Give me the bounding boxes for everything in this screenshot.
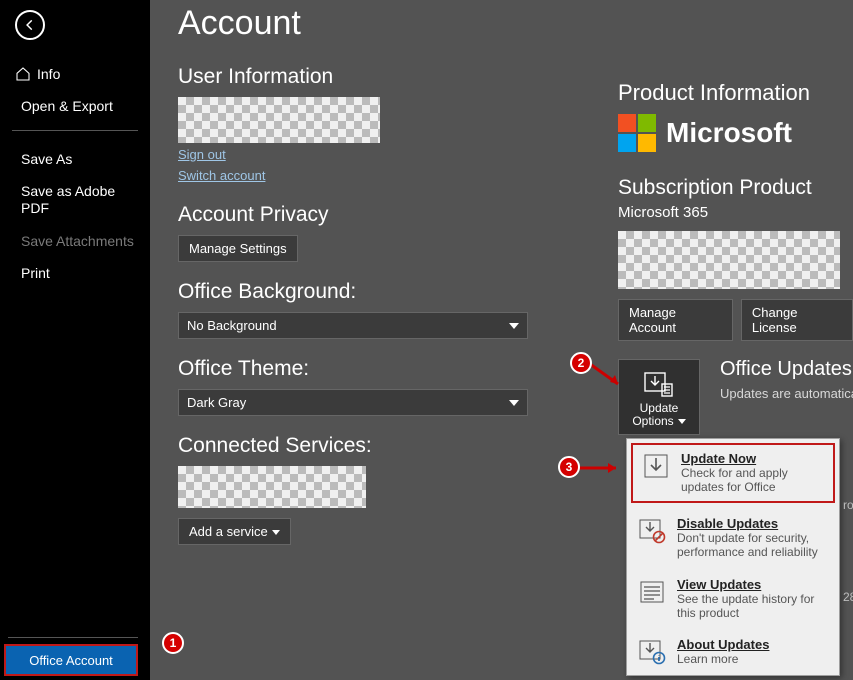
button-label: Update Options	[632, 401, 678, 428]
menu-item-title: About Updates	[677, 637, 769, 652]
menu-item-title: View Updates	[677, 577, 829, 592]
annotation-badge-1: 1	[162, 632, 184, 654]
menu-item-title: Update Now	[681, 451, 825, 466]
sidebar-label: Open & Export	[21, 98, 113, 114]
user-avatar-placeholder	[178, 97, 380, 143]
update-options-menu: Update Now Check for and apply updates f…	[626, 438, 840, 676]
button-label: Manage Account	[629, 305, 676, 335]
menu-item-view-updates[interactable]: View Updates See the update history for …	[627, 568, 839, 629]
download-icon	[641, 451, 671, 481]
chevron-down-icon	[678, 419, 686, 424]
office-updates-subtext: Updates are automatically	[720, 386, 853, 401]
select-value: Dark Gray	[187, 395, 246, 410]
product-info-column: Product Information Microsoft Subscripti…	[618, 80, 853, 435]
sidebar-label: Save As	[21, 151, 72, 167]
update-options-icon	[644, 372, 674, 398]
update-options-button[interactable]: Update Options	[618, 359, 700, 435]
truncated-text: 28.	[843, 590, 853, 604]
menu-item-desc: Check for and apply updates for Office	[681, 466, 825, 495]
button-label: Manage Settings	[189, 241, 287, 256]
microsoft-logo: Microsoft	[618, 114, 853, 152]
subscription-name: Microsoft 365	[618, 204, 853, 221]
arrow-left-icon	[23, 18, 37, 32]
menu-item-desc: Learn more	[677, 652, 769, 666]
button-label: Change License	[752, 305, 798, 335]
disable-icon	[637, 516, 667, 546]
annotation-badge-2: 2	[570, 352, 592, 374]
menu-item-about-updates[interactable]: About Updates Learn more	[627, 628, 839, 675]
truncated-text: ro	[843, 498, 853, 512]
chevron-down-icon	[509, 400, 519, 406]
chevron-down-icon	[509, 323, 519, 329]
service-placeholder	[178, 466, 366, 508]
menu-item-title: Disable Updates	[677, 516, 829, 531]
menu-item-update-now[interactable]: Update Now Check for and apply updates f…	[631, 443, 835, 503]
sidebar-label: Info	[37, 66, 60, 82]
sidebar-item-save-as[interactable]: Save As	[0, 143, 150, 175]
divider	[12, 130, 138, 131]
menu-item-desc: See the update history for this product	[677, 592, 829, 621]
switch-account-link[interactable]: Switch account	[178, 168, 265, 183]
menu-item-disable-updates[interactable]: Disable Updates Don't update for securit…	[627, 507, 839, 568]
background-select[interactable]: No Background	[178, 312, 528, 339]
microsoft-logo-icon	[618, 114, 656, 152]
subscription-heading: Subscription Product	[618, 176, 853, 200]
list-icon	[637, 577, 667, 607]
sidebar-label: Save Attachments	[21, 233, 134, 249]
sidebar-item-open-export[interactable]: Open & Export	[0, 90, 150, 122]
sidebar-item-save-attachments: Save Attachments	[0, 225, 150, 257]
chevron-down-icon	[272, 530, 280, 535]
button-label: Add a service	[189, 524, 268, 539]
select-value: No Background	[187, 318, 277, 333]
sidebar-item-print[interactable]: Print	[0, 257, 150, 289]
annotation-badge-3: 3	[558, 456, 580, 478]
sidebar-label: Print	[21, 265, 50, 281]
annotation-arrow-2	[588, 362, 628, 392]
info-icon	[637, 637, 667, 667]
microsoft-wordmark: Microsoft	[666, 117, 792, 149]
page-title: Account	[178, 4, 853, 43]
sidebar-label: Office Account	[29, 653, 113, 668]
theme-select[interactable]: Dark Gray	[178, 389, 528, 416]
sidebar-item-info[interactable]: Info	[0, 58, 150, 90]
section-heading: Product Information	[618, 80, 853, 106]
add-service-button[interactable]: Add a service	[178, 518, 291, 545]
back-button[interactable]	[15, 10, 45, 40]
manage-account-button[interactable]: Manage Account	[618, 299, 733, 341]
home-icon	[15, 66, 31, 82]
menu-item-desc: Don't update for security, performance a…	[677, 531, 829, 560]
annotation-arrow-3	[578, 460, 626, 476]
sidebar-item-office-account[interactable]: Office Account	[4, 644, 138, 676]
sidebar-item-save-adobe[interactable]: Save as Adobe PDF	[0, 175, 150, 225]
backstage-sidebar: Info Open & Export Save As Save as Adobe…	[0, 0, 150, 680]
product-placeholder	[618, 231, 840, 289]
divider	[8, 637, 138, 638]
sidebar-label: Save as Adobe PDF	[21, 183, 135, 217]
sign-out-link[interactable]: Sign out	[178, 147, 226, 162]
manage-settings-button[interactable]: Manage Settings	[178, 235, 298, 262]
change-license-button[interactable]: Change License	[741, 299, 853, 341]
office-updates-heading: Office Updates	[720, 358, 852, 381]
